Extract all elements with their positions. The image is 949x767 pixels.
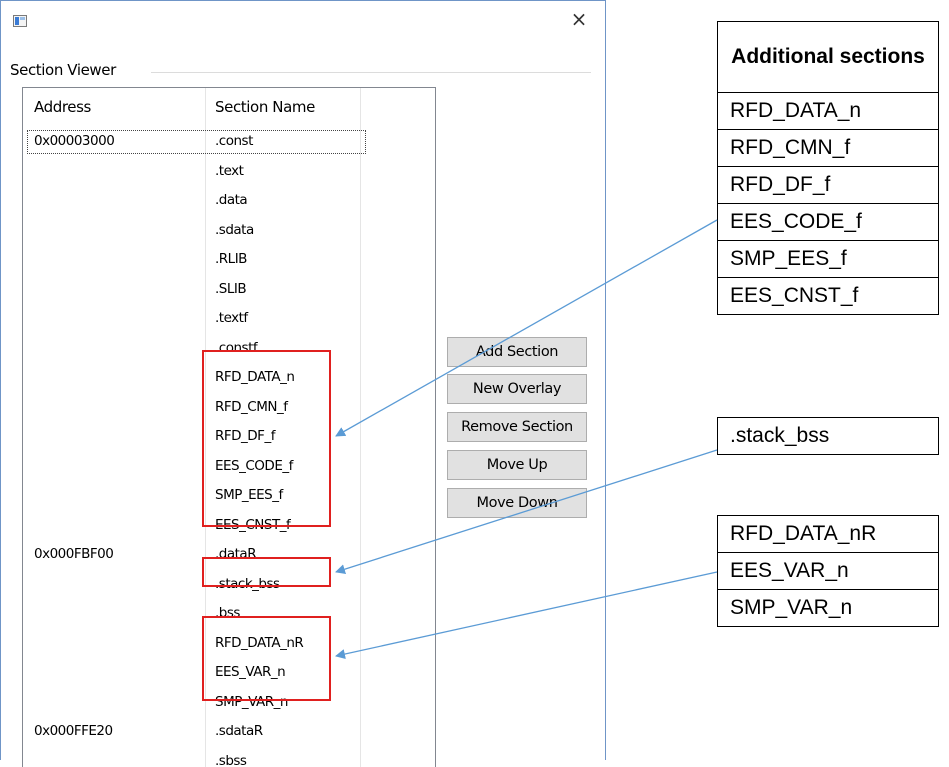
- arrow-additional: [336, 220, 717, 436]
- arrow-stack: [336, 450, 717, 572]
- arrow-ram: [336, 572, 717, 656]
- annotation-arrows: [0, 0, 949, 760]
